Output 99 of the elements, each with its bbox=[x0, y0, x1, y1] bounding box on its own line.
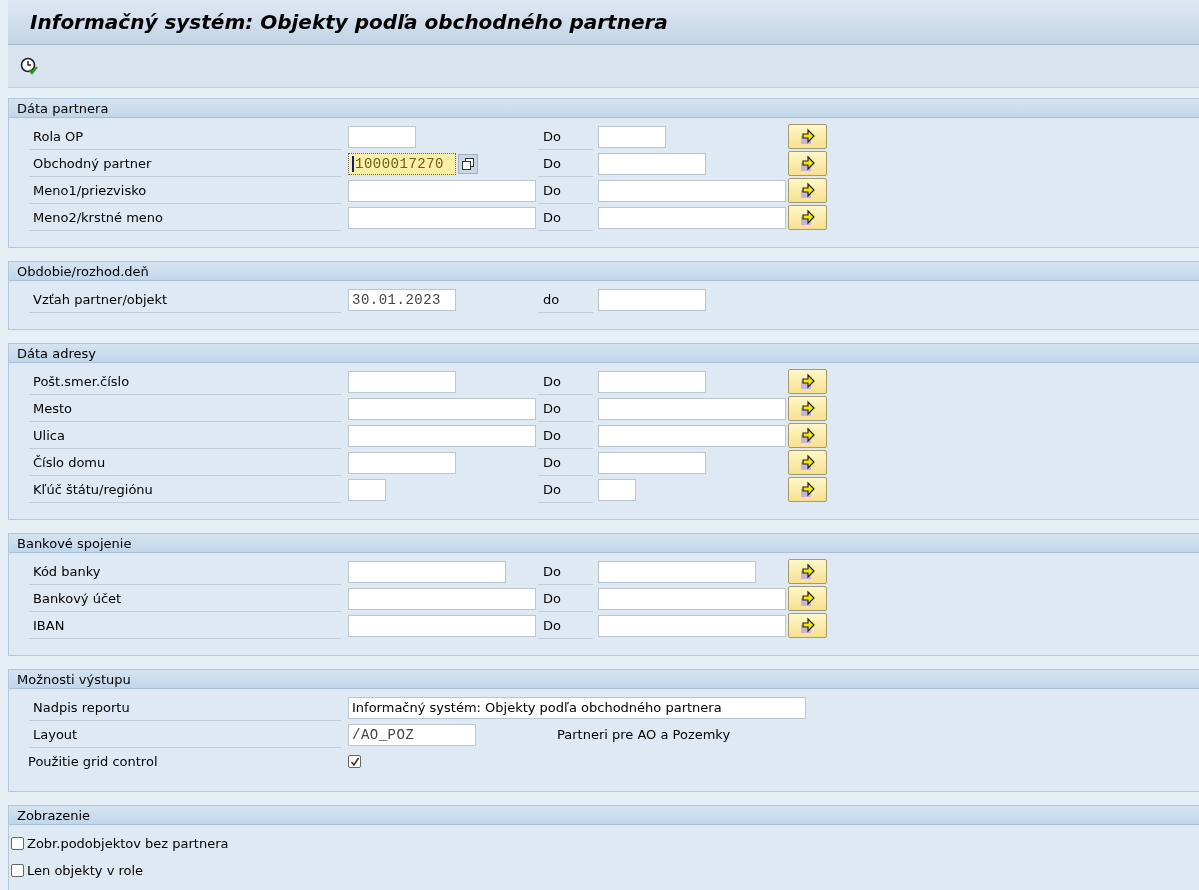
field-label: Bankový účet bbox=[33, 590, 122, 606]
arrow-right-icon bbox=[798, 372, 817, 391]
input-field[interactable] bbox=[348, 614, 536, 637]
field-label: Pošt.smer.číslo bbox=[33, 373, 130, 389]
input-field[interactable] bbox=[348, 478, 386, 501]
arrow-right-icon bbox=[798, 154, 817, 173]
arrow-right-icon bbox=[798, 616, 817, 635]
to-label: Do bbox=[543, 373, 561, 389]
field-label: Obchodný partner bbox=[33, 155, 152, 171]
arrow-right-icon bbox=[798, 480, 817, 499]
to-label: Do bbox=[543, 590, 561, 606]
input-field[interactable] bbox=[348, 397, 536, 420]
arrow-right-icon bbox=[798, 208, 817, 227]
input-field[interactable] bbox=[348, 370, 456, 393]
input-field[interactable] bbox=[598, 125, 666, 148]
input-field[interactable] bbox=[598, 451, 706, 474]
multiple-selection-button[interactable] bbox=[788, 124, 827, 149]
copy-icon bbox=[462, 157, 474, 170]
input-field[interactable]: 30.01.2023 bbox=[348, 288, 456, 311]
input-field[interactable] bbox=[598, 397, 786, 420]
input-field[interactable] bbox=[348, 560, 506, 583]
to-label: Do bbox=[543, 400, 561, 416]
arrow-right-icon bbox=[798, 426, 817, 445]
input-field[interactable] bbox=[598, 370, 706, 393]
field-label: Nadpis reportu bbox=[33, 699, 130, 715]
execute-button[interactable] bbox=[20, 57, 38, 75]
field-label: Kód banky bbox=[33, 563, 101, 579]
checkbox[interactable] bbox=[348, 755, 361, 768]
to-label: Do bbox=[543, 209, 561, 225]
input-field[interactable] bbox=[598, 560, 756, 583]
multiple-selection-button[interactable] bbox=[788, 559, 827, 584]
to-label: do bbox=[543, 291, 560, 307]
to-label: Do bbox=[543, 427, 561, 443]
multiple-selection-button[interactable] bbox=[788, 151, 827, 176]
input-field[interactable] bbox=[348, 587, 536, 610]
field-label: Ulica bbox=[33, 427, 65, 443]
input-field[interactable] bbox=[598, 587, 786, 610]
checkbox-label: Zobr.podobjektov bez partnera bbox=[27, 836, 229, 851]
multiple-selection-button[interactable] bbox=[788, 205, 827, 230]
arrow-right-icon bbox=[798, 562, 817, 581]
section-title: Dáta partnera bbox=[17, 100, 109, 116]
input-field[interactable] bbox=[348, 206, 536, 229]
input-field[interactable] bbox=[348, 179, 536, 202]
field-label: Vzťah partner/objekt bbox=[33, 291, 168, 307]
input-field[interactable] bbox=[348, 451, 456, 474]
checkbox-label: Len objekty v role bbox=[27, 863, 144, 878]
field-label: IBAN bbox=[33, 617, 65, 633]
input-field[interactable]: Informačný systém: Objekty podľa obchodného partnera bbox=[348, 696, 806, 719]
input-field[interactable] bbox=[598, 179, 786, 202]
field-label: Meno2/krstné meno bbox=[33, 209, 164, 225]
input-field[interactable] bbox=[598, 614, 786, 637]
input-field[interactable] bbox=[598, 206, 786, 229]
checkbox-label: Použitie grid control bbox=[28, 754, 158, 769]
multiple-selection-button[interactable] bbox=[788, 369, 827, 394]
to-label: Do bbox=[543, 454, 561, 470]
to-label: Do bbox=[543, 481, 561, 497]
multiple-selection-button[interactable] bbox=[788, 586, 827, 611]
to-label: Do bbox=[543, 617, 561, 633]
input-field[interactable]: /AO_POZ bbox=[348, 723, 476, 746]
arrow-right-icon bbox=[798, 181, 817, 200]
multiple-selection-button[interactable] bbox=[788, 450, 827, 475]
arrow-right-icon bbox=[798, 127, 817, 146]
to-label: Do bbox=[543, 182, 561, 198]
field-label: Layout bbox=[33, 726, 78, 742]
input-field[interactable]: 1000017270 bbox=[348, 152, 456, 175]
input-field[interactable] bbox=[598, 424, 786, 447]
multiple-selection-button[interactable] bbox=[788, 613, 827, 638]
to-label: Do bbox=[543, 563, 561, 579]
arrow-right-icon bbox=[798, 589, 817, 608]
input-field[interactable] bbox=[348, 125, 416, 148]
section-title: Zobrazenie bbox=[17, 807, 91, 823]
input-field[interactable] bbox=[598, 288, 706, 311]
checkbox[interactable] bbox=[11, 837, 24, 850]
section-title: Dáta adresy bbox=[17, 345, 96, 361]
input-field[interactable] bbox=[598, 478, 636, 501]
field-label: Mesto bbox=[33, 400, 73, 416]
field-label: Číslo domu bbox=[33, 454, 106, 470]
multiple-selection-button[interactable] bbox=[788, 396, 827, 421]
section-title: Možnosti výstupu bbox=[17, 671, 131, 687]
section-title: Bankové spojenie bbox=[17, 535, 132, 551]
clock-check-icon bbox=[20, 57, 38, 75]
value-help-button[interactable] bbox=[458, 153, 478, 174]
field-label: Kľúč štátu/regiónu bbox=[33, 481, 153, 497]
multiple-selection-button[interactable] bbox=[788, 178, 827, 203]
checkbox[interactable] bbox=[11, 864, 24, 877]
multiple-selection-button[interactable] bbox=[788, 477, 827, 502]
window-title: Informačný systém: Objekty podľa obchodného partnera bbox=[30, 10, 668, 34]
multiple-selection-button[interactable] bbox=[788, 423, 827, 448]
layout-description: Partneri pre AO a Pozemky bbox=[557, 727, 731, 742]
to-label: Do bbox=[543, 128, 561, 144]
input-field[interactable] bbox=[598, 152, 706, 175]
arrow-right-icon bbox=[798, 453, 817, 472]
arrow-right-icon bbox=[798, 399, 817, 418]
field-label: Meno1/priezvisko bbox=[33, 182, 147, 198]
section-title: Obdobie/rozhod.deň bbox=[17, 263, 149, 279]
to-label: Do bbox=[543, 155, 561, 171]
input-field[interactable] bbox=[348, 424, 536, 447]
field-label: Rola OP bbox=[33, 128, 84, 144]
checkmark-icon bbox=[349, 756, 360, 767]
